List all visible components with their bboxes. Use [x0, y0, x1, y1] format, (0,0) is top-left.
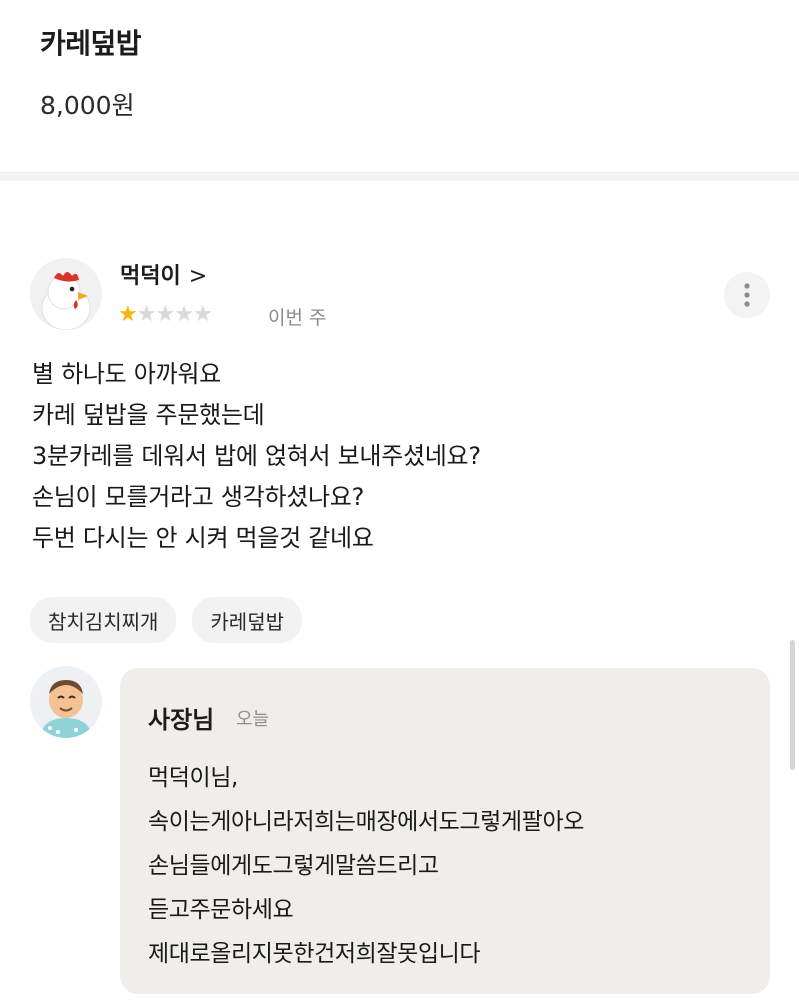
star-filled-icon: ★	[118, 302, 138, 327]
star-empty-icon: ★	[192, 302, 213, 327]
reply-line: 손님들에게도그렇게말씀드리고	[148, 853, 439, 879]
star-empty-icon: ★	[136, 302, 157, 327]
reply-line: 속이는게아니라저희는매장에서도그렇게팔아오	[148, 809, 584, 835]
menu-price: 8,000원	[40, 91, 135, 120]
chevron-right-icon: >	[188, 264, 208, 289]
reply-text: 먹덕이님, 속이는게아니라저희는매장에서도그렇게팔아오 손님들에게도그렇게말씀드…	[148, 756, 748, 976]
ordered-menu-tags: 참치김치찌개 카레덮밥	[30, 597, 303, 643]
menu-tag[interactable]: 참치김치찌개	[30, 597, 177, 643]
owner-avatar-icon	[30, 666, 102, 738]
reply-line: 듣고주문하세요	[148, 897, 294, 923]
review-line: 3분카레를 데워서 밥에 얹혀서 보내주셨네요?	[32, 442, 481, 470]
review-line: 카레 덮밥을 주문했는데	[32, 401, 265, 429]
star-empty-icon: ★	[174, 302, 194, 327]
menu-header: 카레덮밥 8,000원	[0, 0, 799, 172]
review-line: 별 하나도 아까워요	[32, 360, 221, 388]
section-divider	[0, 172, 799, 181]
star-empty-icon: ★	[155, 302, 175, 327]
review-date: 이번 주	[268, 307, 327, 329]
more-vertical-icon[interactable]	[724, 272, 770, 318]
review-line: 두번 다시는 안 시켜 먹을것 같네요	[32, 524, 374, 552]
owner-name: 사장님	[148, 706, 215, 734]
reply-line: 먹덕이님,	[148, 765, 238, 791]
menu-name: 카레덮밥	[40, 27, 142, 60]
chicken-avatar-icon[interactable]	[30, 258, 102, 330]
review-line: 손님이 모를거라고 생각하셨나요?	[32, 483, 365, 511]
reply-date: 오늘	[236, 709, 270, 730]
reviewer-name: 먹덕이	[120, 264, 181, 289]
star-rating: ★★★★★	[118, 302, 213, 328]
menu-tag[interactable]: 카레덮밥	[192, 597, 303, 643]
reviewer-name-link[interactable]: 먹덕이 >	[120, 258, 207, 290]
reply-line: 제대로올리지못한건저희잘못입니다	[148, 941, 481, 967]
scrollbar[interactable]	[790, 640, 795, 770]
review-text: 별 하나도 아까워요 카레 덮밥을 주문했는데 3분카레를 데워서 밥에 얹혀서…	[32, 354, 752, 559]
